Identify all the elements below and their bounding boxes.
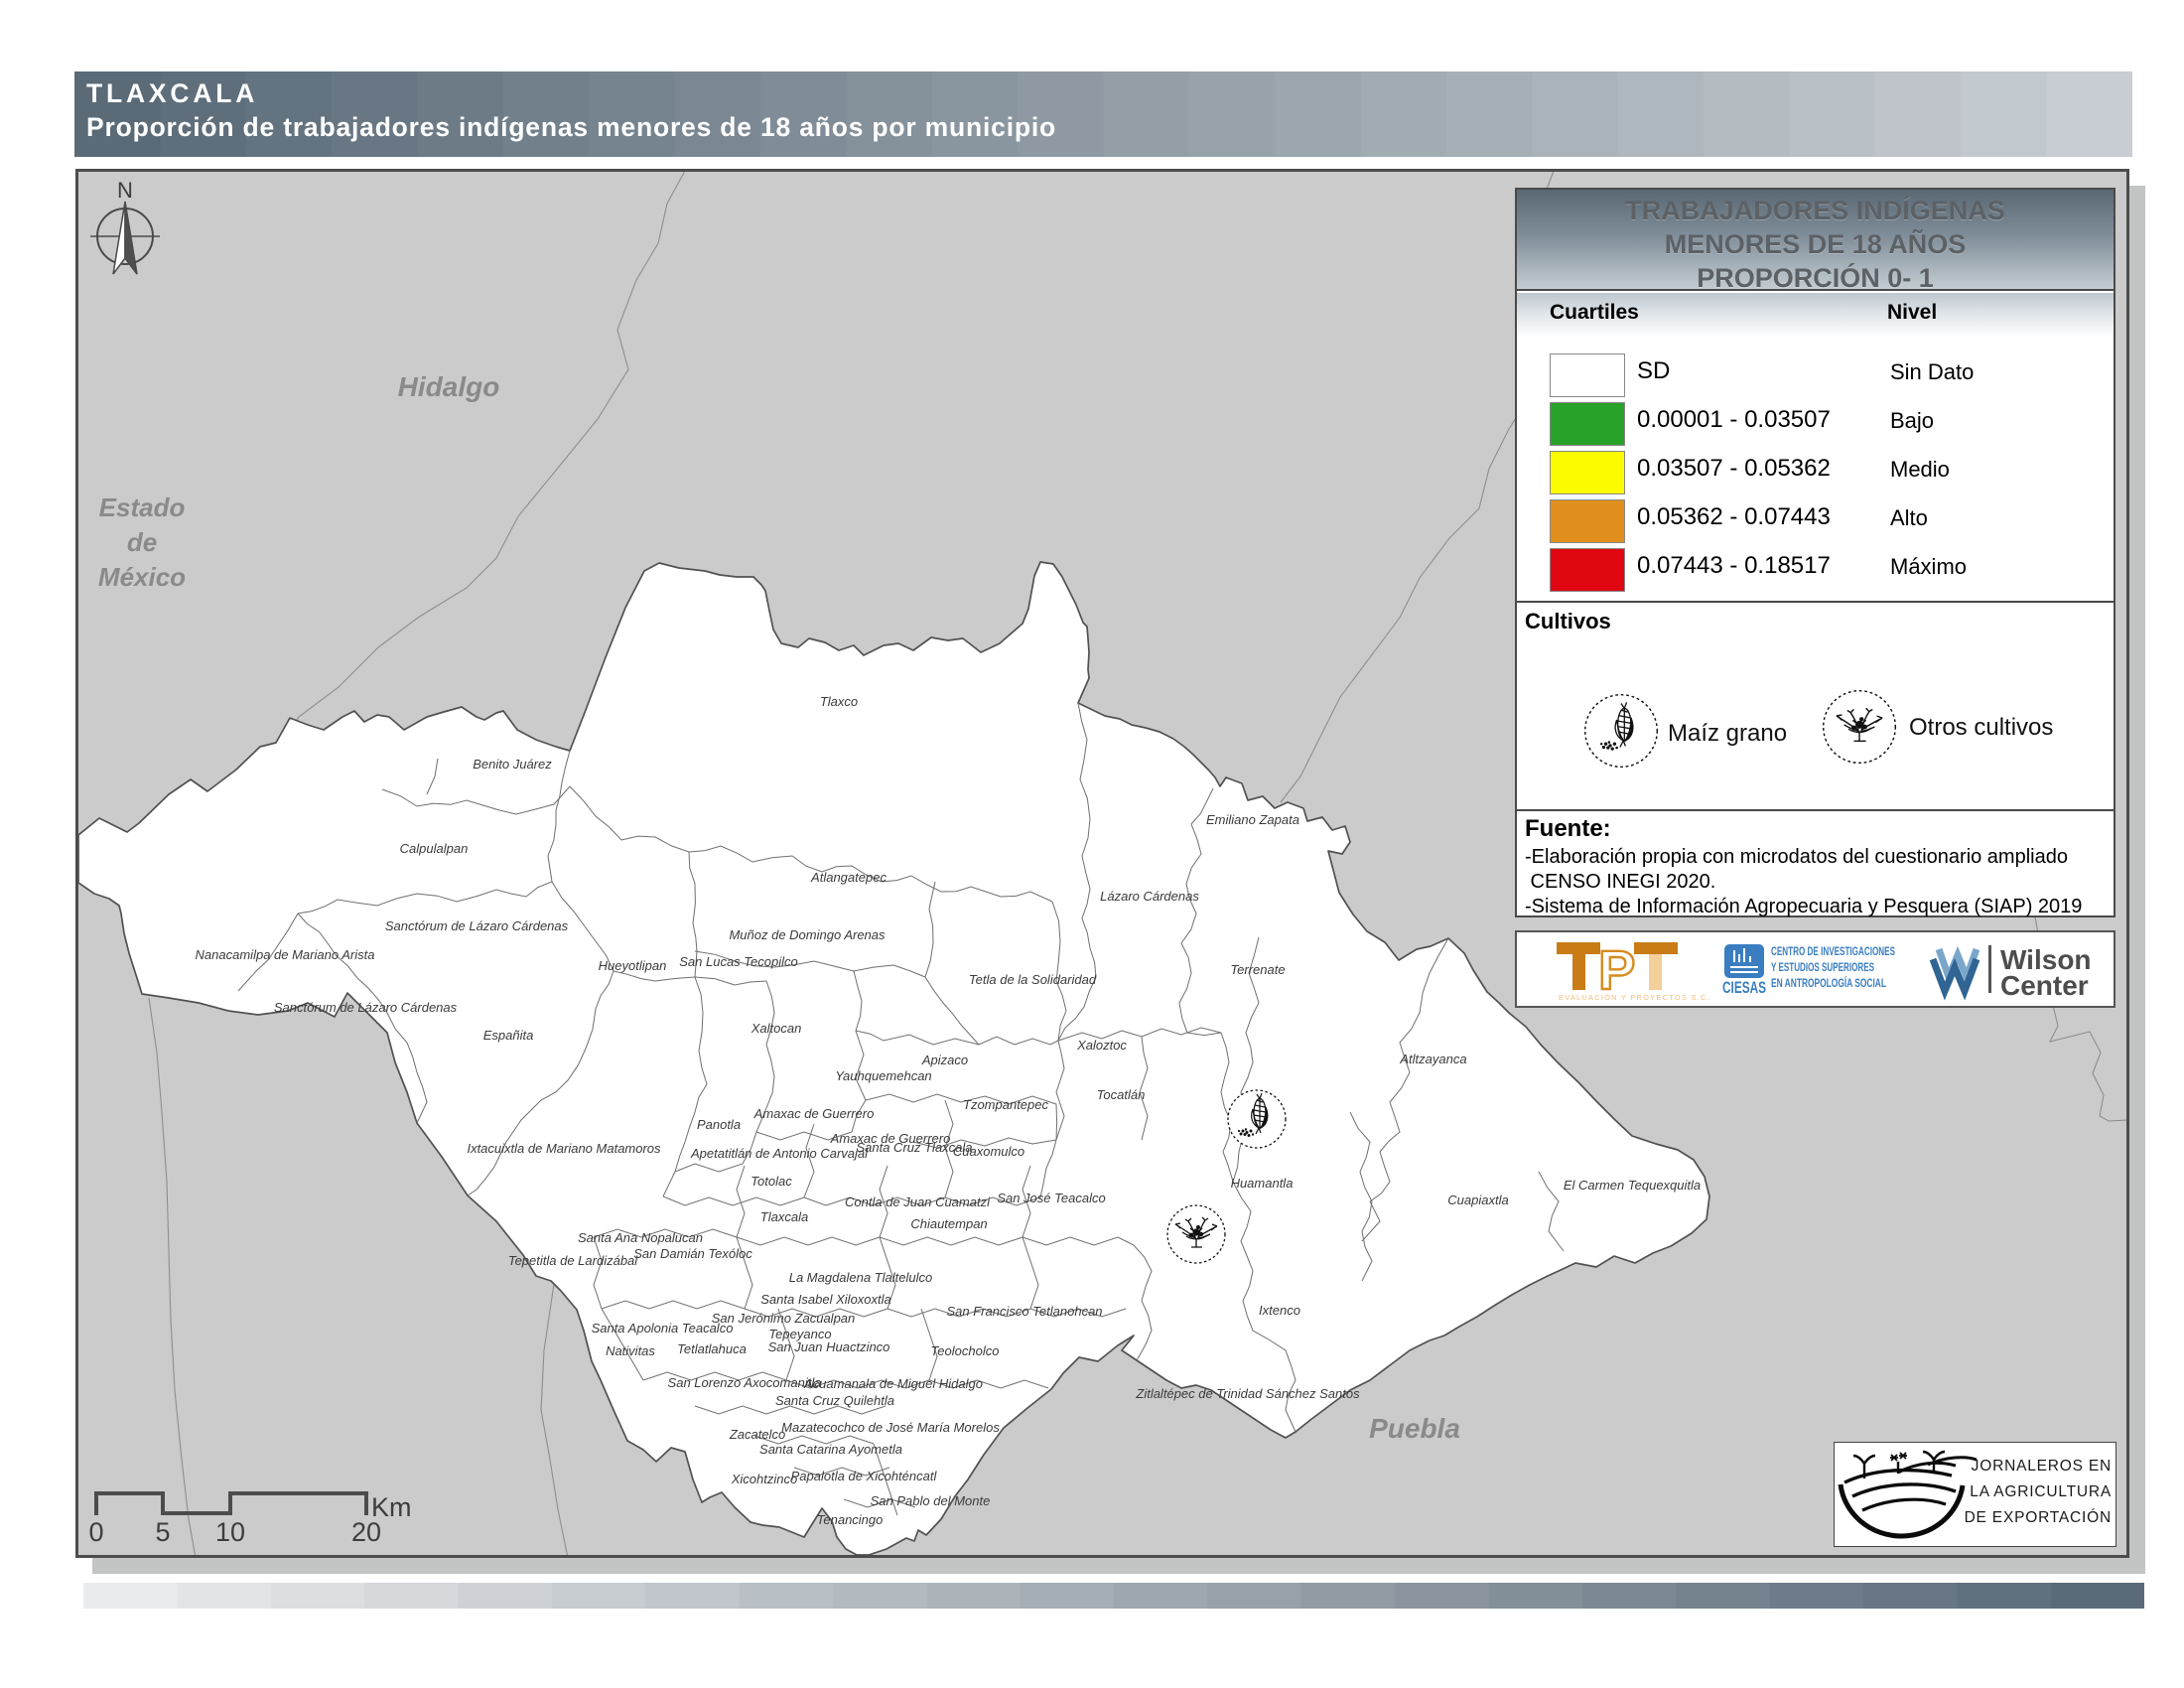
- svg-text:Calpulalpan: Calpulalpan: [400, 841, 469, 856]
- svg-text:Tzompantepec: Tzompantepec: [963, 1097, 1048, 1112]
- svg-text:EVALUACIÓN Y PROYECTOS S.C.: EVALUACIÓN Y PROYECTOS S.C.: [1559, 993, 1710, 1002]
- svg-text:San Francisco Tetlanohcan: San Francisco Tetlanohcan: [946, 1304, 1102, 1319]
- svg-text:Sanctórum de Lázaro Cárdenas: Sanctórum de Lázaro Cárdenas: [385, 918, 569, 933]
- svg-text:Terrenate: Terrenate: [1230, 962, 1285, 977]
- svg-text:Lázaro Cárdenas: Lázaro Cárdenas: [1100, 889, 1199, 904]
- svg-text:Hidalgo: Hidalgo: [398, 371, 500, 402]
- svg-text:Tetlatlahuca: Tetlatlahuca: [677, 1341, 747, 1356]
- svg-text:San Lorenzo Axocomanitla: San Lorenzo Axocomanitla: [668, 1375, 822, 1390]
- svg-text:Santa Isabel Xiloxoxtla: Santa Isabel Xiloxoxtla: [760, 1292, 891, 1307]
- svg-text:La Magdalena Tlaltelulco: La Magdalena Tlaltelulco: [789, 1270, 933, 1285]
- svg-text:Hueyotlipan: Hueyotlipan: [599, 958, 667, 973]
- svg-text:Cuaxomulco: Cuaxomulco: [953, 1144, 1024, 1159]
- svg-text:Xaloztoc: Xaloztoc: [1076, 1038, 1127, 1053]
- svg-text:Benito Juárez: Benito Juárez: [473, 757, 552, 772]
- svg-text:Tlaxcala: Tlaxcala: [760, 1209, 808, 1224]
- svg-text:México: México: [98, 562, 186, 592]
- svg-text:Y ESTUDIOS SUPERIORES: Y ESTUDIOS SUPERIORES: [1771, 960, 1874, 974]
- svg-text:Atltzayanca: Atltzayanca: [1399, 1052, 1466, 1066]
- svg-text:Huamantla: Huamantla: [1231, 1176, 1294, 1191]
- svg-text:Zitlaltépec de Trinidad Sánche: Zitlaltépec de Trinidad Sánchez Santos: [1135, 1386, 1360, 1401]
- svg-text:Ixtacuixtla de Mariano Matamor: Ixtacuixtla de Mariano Matamoros: [467, 1141, 661, 1156]
- svg-text:Puebla: Puebla: [1369, 1413, 1460, 1444]
- svg-text:Sanctórum de Lázaro Cárdenas: Sanctórum de Lázaro Cárdenas: [274, 1000, 458, 1015]
- svg-text:Center: Center: [2000, 970, 2089, 1001]
- svg-text:Muñoz de Domingo Arenas: Muñoz de Domingo Arenas: [729, 927, 886, 942]
- svg-text:10: 10: [215, 1517, 245, 1547]
- svg-text:Contla de Juan Cuamatzi: Contla de Juan Cuamatzi: [845, 1195, 991, 1209]
- svg-text:Santa Apolonia Teacalco: Santa Apolonia Teacalco: [592, 1321, 734, 1336]
- svg-text:Santa Cruz Quilehtla: Santa Cruz Quilehtla: [775, 1393, 894, 1408]
- svg-text:El Carmen Tequexquitla: El Carmen Tequexquitla: [1564, 1178, 1701, 1193]
- svg-text:LA AGRICULTURA: LA AGRICULTURA: [1970, 1483, 2112, 1500]
- svg-text:CIESAS: CIESAS: [1722, 978, 1766, 997]
- svg-text:San José Teacalco: San José Teacalco: [997, 1191, 1105, 1205]
- svg-text:Yauhquemehcan: Yauhquemehcan: [835, 1068, 931, 1083]
- svg-text:CENTRO DE INVESTIGACIONES: CENTRO DE INVESTIGACIONES: [1771, 944, 1895, 958]
- svg-text:Tlaxco: Tlaxco: [820, 694, 858, 709]
- svg-text:0: 0: [88, 1517, 103, 1547]
- svg-text:Teolocholco: Teolocholco: [931, 1343, 1000, 1358]
- svg-text:Otros cultivos: Otros cultivos: [1909, 714, 2053, 741]
- svg-text:Tenancingo: Tenancingo: [817, 1512, 884, 1527]
- svg-text:20: 20: [351, 1517, 381, 1547]
- svg-text:DE EXPORTACIÓN: DE EXPORTACIÓN: [1965, 1509, 2112, 1526]
- svg-text:San Damián Texóloc: San Damián Texóloc: [633, 1246, 752, 1261]
- svg-text:Tepetitla de Lardizábal: Tepetitla de Lardizábal: [508, 1253, 638, 1268]
- svg-text:Acuamanala de Miguel Hidalgo: Acuamanala de Miguel Hidalgo: [803, 1376, 983, 1391]
- svg-text:San Pablo del Monte: San Pablo del Monte: [871, 1493, 991, 1508]
- svg-text:Apetatitlán de Antonio Carvaja: Apetatitlán de Antonio Carvajal: [690, 1146, 869, 1161]
- svg-text:Papalotla de Xicohténcatl: Papalotla de Xicohténcatl: [791, 1469, 938, 1483]
- svg-text:Santa Catarina Ayometla: Santa Catarina Ayometla: [759, 1442, 902, 1457]
- svg-text:Nanacamilpa de Mariano Arista: Nanacamilpa de Mariano Arista: [196, 947, 375, 962]
- svg-text:Maíz grano: Maíz grano: [1668, 720, 1787, 747]
- svg-text:Estado: Estado: [99, 492, 186, 522]
- svg-text:5: 5: [155, 1517, 170, 1547]
- svg-text:Tocatlán: Tocatlán: [1097, 1087, 1146, 1102]
- svg-text:Panotla: Panotla: [697, 1117, 741, 1132]
- svg-text:Tetla de la Solidaridad: Tetla de la Solidaridad: [969, 972, 1097, 987]
- svg-text:EN ANTROPOLOGÍA SOCIAL: EN ANTROPOLOGÍA SOCIAL: [1771, 975, 1886, 990]
- svg-text:P: P: [1598, 938, 1635, 1001]
- svg-text:Cuapiaxtla: Cuapiaxtla: [1447, 1193, 1508, 1207]
- svg-text:Santa Ana Nopalucan: Santa Ana Nopalucan: [578, 1230, 703, 1245]
- svg-text:Xaltocan: Xaltocan: [751, 1021, 802, 1036]
- svg-text:San Juan Huactzinco: San Juan Huactzinco: [768, 1339, 890, 1354]
- svg-text:Ixtenco: Ixtenco: [1259, 1303, 1300, 1318]
- svg-text:Chiautempan: Chiautempan: [910, 1216, 987, 1231]
- svg-text:N: N: [117, 178, 133, 203]
- svg-text:de: de: [127, 527, 157, 557]
- svg-text:Amaxac de Guerrero: Amaxac de Guerrero: [753, 1106, 875, 1121]
- svg-text:Emiliano Zapata: Emiliano Zapata: [1206, 812, 1299, 827]
- svg-text:Mazatecochco de José María Mor: Mazatecochco de José María Morelos: [781, 1420, 1000, 1435]
- svg-text:Apizaco: Apizaco: [921, 1053, 968, 1067]
- svg-text:Nativitas: Nativitas: [606, 1343, 655, 1358]
- svg-text:JORNALEROS EN: JORNALEROS EN: [1972, 1458, 2112, 1475]
- svg-text:Totolac: Totolac: [751, 1174, 792, 1189]
- svg-text:San Lucas Tecopilco: San Lucas Tecopilco: [679, 954, 798, 969]
- svg-text:Zacatelco: Zacatelco: [729, 1427, 785, 1442]
- svg-text:Atlangatepec: Atlangatepec: [810, 870, 887, 885]
- svg-text:Españita: Españita: [483, 1028, 534, 1043]
- svg-text:Xicohtzinco: Xicohtzinco: [731, 1472, 797, 1486]
